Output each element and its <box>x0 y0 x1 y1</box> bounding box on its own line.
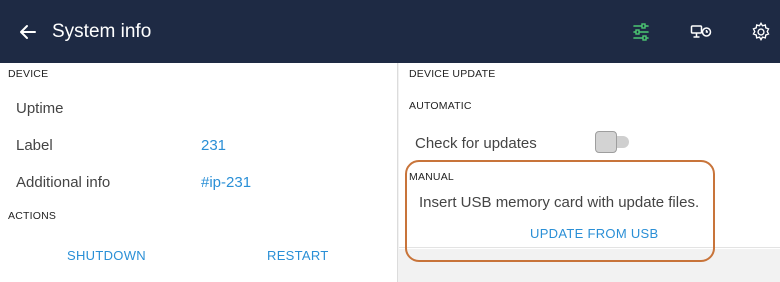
additional-info-label: Additional info <box>16 174 111 191</box>
check-updates-label: Check for updates <box>415 135 537 152</box>
page-title: System info <box>52 20 152 42</box>
device-update-heading: DEVICE UPDATE <box>409 68 496 80</box>
sliders-icon[interactable] <box>630 21 652 43</box>
automatic-heading: AUTOMATIC <box>409 100 472 112</box>
app-header: System info <box>0 0 780 63</box>
device-update-panel: DEVICE UPDATE AUTOMATIC Check for update… <box>399 63 780 282</box>
additional-info-value[interactable]: #ip-231 <box>201 174 251 191</box>
shutdown-button[interactable]: SHUTDOWN <box>67 248 146 263</box>
check-updates-toggle[interactable] <box>595 131 631 153</box>
monitor-icon[interactable] <box>690 21 712 43</box>
label-label: Label <box>16 137 53 154</box>
toggle-thumb <box>595 131 617 153</box>
manual-heading: MANUAL <box>409 171 454 183</box>
gear-icon[interactable] <box>750 21 772 43</box>
device-panel: DEVICE Uptime Label 231 Additional info … <box>0 63 398 282</box>
device-heading: DEVICE <box>8 68 49 80</box>
arrow-left-icon <box>20 24 36 39</box>
back-button[interactable] <box>18 22 38 42</box>
divider <box>399 247 780 248</box>
actions-heading: ACTIONS <box>8 210 57 222</box>
header-toolbar <box>630 0 780 63</box>
usb-instruction: Insert USB memory card with update files… <box>419 194 700 211</box>
restart-button[interactable]: RESTART <box>267 248 329 263</box>
label-value[interactable]: 231 <box>201 137 226 154</box>
uptime-label: Uptime <box>16 100 64 117</box>
update-from-usb-button[interactable]: UPDATE FROM USB <box>530 226 659 241</box>
